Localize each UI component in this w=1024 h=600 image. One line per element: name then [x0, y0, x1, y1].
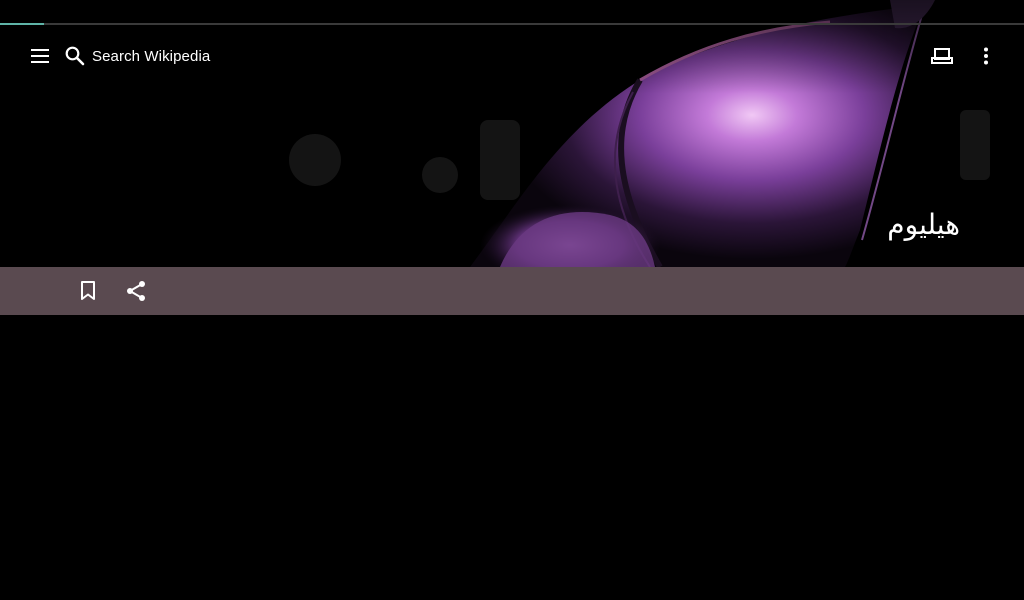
share-icon — [127, 281, 145, 301]
bookmark-icon — [81, 281, 95, 300]
tabs-icon — [931, 48, 953, 64]
article-action-bar — [0, 267, 1024, 315]
app-bar: Search Wikipedia — [0, 26, 1024, 86]
menu-button[interactable] — [24, 40, 56, 72]
article-title: هيليوم — [887, 208, 960, 241]
search-bar[interactable]: Search Wikipedia — [64, 40, 210, 72]
save-bookmark-button[interactable] — [72, 275, 104, 307]
hamburger-menu-icon — [31, 49, 49, 63]
search-icon — [65, 46, 85, 66]
more-vert-icon — [984, 47, 988, 65]
article-content-area — [0, 315, 1024, 600]
tabs-button[interactable] — [926, 40, 958, 72]
overflow-menu-button[interactable] — [970, 40, 1002, 72]
search-placeholder: Search Wikipedia — [92, 47, 211, 65]
share-button[interactable] — [120, 275, 152, 307]
page-load-progress-fill — [0, 23, 45, 25]
page-load-progress-bar — [0, 23, 1024, 25]
